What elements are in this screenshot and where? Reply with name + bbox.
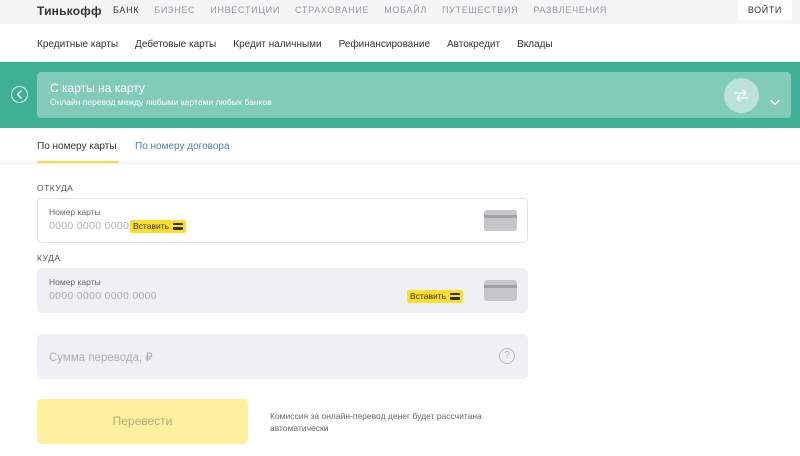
from-card-field-label: Номер карты <box>49 207 101 217</box>
logo[interactable]: Тинькофф <box>37 4 102 18</box>
main-nav: БАНК БИЗНЕС ИНВЕСТИЦИИ СТРАХОВАНИЕ МОБАЙ… <box>113 5 622 15</box>
sub-nav-refinancing[interactable]: Рефинансирование <box>339 39 430 50</box>
to-section-label: КУДА <box>37 253 61 263</box>
tabs-divider <box>0 163 800 164</box>
to-paste-button[interactable]: Вставить <box>407 290 464 303</box>
from-section-label: ОТКУДА <box>37 183 74 193</box>
sub-nav-credit-cards[interactable]: Кредитные карты <box>37 39 118 50</box>
from-paste-label: Вставить <box>133 221 170 231</box>
main-nav-item-investments[interactable]: ИНВЕСТИЦИИ <box>210 5 280 15</box>
bank-card-icon <box>484 280 517 301</box>
to-card-field-label: Номер карты <box>49 277 101 287</box>
amount-input[interactable]: Сумма перевода, ₽ <box>49 350 153 364</box>
main-nav-item-business[interactable]: БИЗНЕС <box>154 5 195 15</box>
chevron-down-icon[interactable] <box>770 93 780 111</box>
bank-card-icon <box>484 210 517 231</box>
card-icon <box>450 293 461 300</box>
login-button[interactable]: ВОЙТИ <box>737 0 792 20</box>
to-paste-label: Вставить <box>410 291 447 301</box>
help-icon[interactable]: ? <box>499 348 515 364</box>
sub-nav-car-loan[interactable]: Автокредит <box>447 39 500 50</box>
tab-by-contract-number[interactable]: По номеру договора <box>135 141 230 152</box>
commission-note: Комиссия за онлайн-перевод денег будет р… <box>270 411 482 433</box>
sub-nav-deposits[interactable]: Вклады <box>517 39 553 50</box>
to-card-input[interactable]: 0000 0000 0000 0000 <box>49 290 157 302</box>
main-nav-item-mobile[interactable]: МОБАЙЛ <box>384 5 427 15</box>
sub-nav: Кредитные карты Дебетовые карты Кредит н… <box>37 39 570 50</box>
tab-by-card-number[interactable]: По номеру карты <box>37 141 117 152</box>
transfer-button[interactable]: Перевести <box>37 399 248 444</box>
transfer-arrows-icon <box>724 78 759 113</box>
sub-nav-debit-cards[interactable]: Дебетовые карты <box>135 39 216 50</box>
back-arrow-icon[interactable] <box>11 86 28 103</box>
main-nav-item-entertainment[interactable]: РАЗВЛЕЧЕНИЯ <box>533 5 607 15</box>
banner-card <box>37 72 791 118</box>
banner-title: С карты на карту <box>50 81 145 95</box>
main-nav-item-insurance[interactable]: СТРАХОВАНИЕ <box>295 5 369 15</box>
from-paste-button[interactable]: Вставить <box>130 220 187 233</box>
main-nav-item-travel[interactable]: ПУТЕШЕСТВИЯ <box>442 5 518 15</box>
card-icon <box>173 223 184 230</box>
sub-nav-cash-loan[interactable]: Кредит наличными <box>233 39 321 50</box>
main-nav-item-bank[interactable]: БАНК <box>113 5 139 15</box>
banner-subtitle: Онлайн перевод между любыми картами любы… <box>50 97 272 107</box>
